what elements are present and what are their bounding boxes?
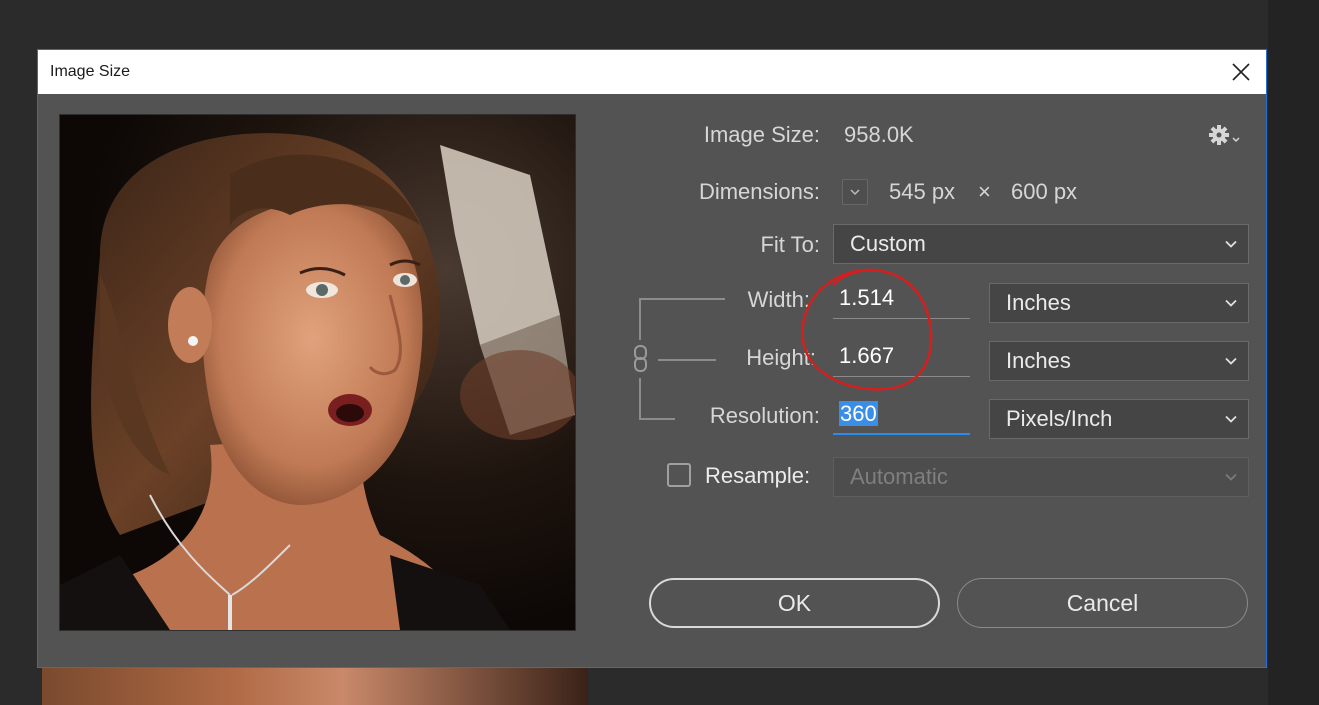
fit-to-label: Fit To: bbox=[760, 232, 820, 257]
cancel-button[interactable]: Cancel bbox=[957, 578, 1248, 628]
resample-label: Resample: bbox=[705, 463, 811, 488]
chevron-down-icon bbox=[1225, 473, 1237, 481]
width-unit-dropdown[interactable]: Inches bbox=[989, 283, 1249, 323]
width-pixels: 545 px bbox=[889, 179, 956, 204]
chevron-down-icon bbox=[1225, 357, 1237, 365]
dimensions-units-button[interactable] bbox=[842, 179, 868, 205]
chevron-down-icon bbox=[1225, 415, 1237, 423]
resample-dropdown[interactable]: Automatic bbox=[833, 457, 1249, 497]
fit-to-dropdown[interactable]: Custom bbox=[833, 224, 1249, 264]
dialog-title: Image Size bbox=[50, 63, 131, 80]
chevron-down-icon bbox=[1225, 299, 1237, 307]
resample-value: Automatic bbox=[850, 464, 948, 489]
red-annotation-circle bbox=[801, 268, 933, 391]
width-label: Width: bbox=[747, 287, 810, 312]
close-button[interactable] bbox=[1216, 50, 1266, 94]
background-panel bbox=[1268, 0, 1319, 705]
ok-button[interactable]: OK bbox=[649, 578, 940, 628]
ok-label: OK bbox=[777, 589, 812, 616]
height-unit-value: Inches bbox=[1006, 348, 1071, 373]
width-unit-value: Inches bbox=[1006, 290, 1071, 315]
image-size-value: 958.0K bbox=[844, 122, 914, 147]
resolution-unit-dropdown[interactable]: Pixels/Inch bbox=[989, 399, 1249, 439]
title-bar: Image Size bbox=[38, 50, 1266, 94]
cancel-label: Cancel bbox=[1066, 589, 1139, 616]
height-unit-dropdown[interactable]: Inches bbox=[989, 341, 1249, 381]
resolution-input[interactable]: 360 bbox=[833, 401, 970, 435]
height-label: Height: bbox=[746, 345, 816, 370]
height-pixels: 600 px bbox=[1011, 179, 1078, 204]
times-symbol: × bbox=[978, 179, 991, 204]
image-preview[interactable] bbox=[59, 114, 576, 631]
image-size-label: Image Size: bbox=[703, 122, 820, 147]
resolution-value: 360 bbox=[839, 401, 878, 426]
resolution-unit-value: Pixels/Inch bbox=[1006, 406, 1113, 431]
settings-button[interactable] bbox=[1208, 122, 1244, 148]
fit-to-value: Custom bbox=[850, 231, 926, 256]
resample-checkbox[interactable] bbox=[667, 463, 691, 487]
chevron-down-icon bbox=[1225, 240, 1237, 248]
dimensions-label: Dimensions: bbox=[698, 179, 820, 204]
image-size-dialog: Image Size Image Size: 958.0K Dimensions… bbox=[37, 49, 1267, 668]
portrait-photo bbox=[60, 115, 575, 630]
resolution-label: Resolution: bbox=[709, 403, 820, 428]
close-icon bbox=[1232, 63, 1250, 81]
chevron-down-icon bbox=[850, 189, 860, 196]
gear-icon bbox=[1209, 125, 1240, 145]
